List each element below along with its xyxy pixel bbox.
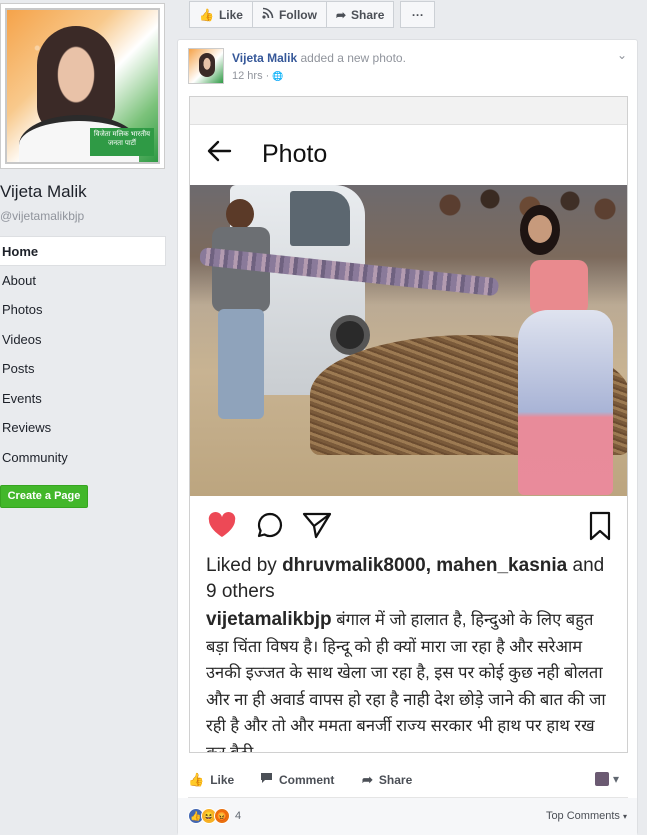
author-avatar[interactable] [188,48,224,84]
bookmark-icon [587,511,613,541]
nav-item-about[interactable]: About [0,266,166,296]
author-name[interactable]: Vijeta Malik [232,51,297,65]
angry-reaction-icon: 😡 [214,808,230,824]
send-plane-icon [302,511,332,539]
more-options-button[interactable]: ··· [400,1,436,28]
caption-text: बंगाल में जो हालात है, हिन्दुओ के लिए बह… [206,611,606,753]
instagram-actions [190,509,627,543]
globe-icon: 🌐 [272,71,284,81]
street-scene-photo [190,185,627,496]
share-page-label: Share [351,7,385,22]
post-as-selector[interactable]: ▾ [594,772,619,786]
liked-by-text: Liked by dhruvmalik8000, mahen_kasnia an… [206,555,605,602]
reaction-summary[interactable]: 👍 😆 😡 4 [188,808,241,824]
facebook-page: विजेता मलिक भारतीय जनता पार्टी Vijeta Ma… [0,0,647,835]
nav-item-videos[interactable]: Videos [0,325,166,355]
post-card: Vijeta Malik added a new photo. 12 hrs ·… [177,39,638,835]
instagram-header: Photo [190,125,627,185]
post-action-text: added a new photo. [300,51,406,65]
nav-item-community[interactable]: Community [0,443,166,473]
instagram-title: Photo [262,140,328,168]
page-nav: Home About Photos Videos Posts Events Re… [0,236,166,472]
nav-item-events[interactable]: Events [0,384,166,414]
liked-by-users: dhruvmalik8000, mahen_kasnia [282,555,568,576]
share-button[interactable]: ➦ Share [362,772,412,788]
follow-button[interactable]: Follow [252,1,327,28]
comment-button[interactable]: Comment [260,772,334,787]
share-arrow-icon: ➦ [335,7,347,22]
like-button[interactable]: 👍 Like [188,772,234,788]
like-page-button[interactable]: 👍 Like [189,1,253,28]
post-options-chevron-icon[interactable]: ⌄ [617,48,627,62]
instagram-caption: vijetamalikbjp बंगाल में जो हालात है, हि… [206,607,618,753]
rss-icon [262,7,274,22]
create-page-button[interactable]: Create a Page [0,485,88,508]
post-photo[interactable]: Photo Liked by dhruvmalik8000, mahen_kas… [189,96,628,753]
man-pulling-rope [200,197,280,427]
follow-label: Follow [278,7,317,22]
chevron-down-icon: ▾ [612,772,619,786]
nav-item-posts[interactable]: Posts [0,354,166,384]
share-page-button[interactable]: ➦ Share [326,1,395,28]
caret-down-icon: ▾ [622,812,627,821]
thumbs-up-icon: 👍 [188,772,205,787]
caption-username: vijetamalikbjp [206,609,332,630]
heart-icon [206,509,238,541]
page-avatar-icon [594,772,609,786]
screenshot-top-strip [190,97,627,125]
post-timestamp[interactable]: 12 hrs · 🌐 [232,70,284,82]
profile-picture-image: विजेता मलिक भारतीय जनता पार्टी [5,8,160,164]
share-arrow-icon: ➦ [362,772,373,787]
profile-badge: विजेता मलिक भारतीय जनता पार्टी [90,128,154,156]
back-arrow-icon [206,138,232,170]
post-header: Vijeta Malik added a new photo. [232,51,406,65]
nav-item-home[interactable]: Home [0,236,166,266]
reaction-count: 4 [235,810,242,822]
page-name[interactable]: Vijeta Malik [0,182,87,202]
nav-item-photos[interactable]: Photos [0,295,166,325]
comment-icon [260,772,273,787]
like-page-label: Like [218,7,243,22]
left-column: विजेता मलिक भारतीय जनता पार्टी Vijeta Ma… [0,0,178,835]
post-action-bar: 👍 Like Comment ➦ Share ▾ [178,766,637,796]
page-handle[interactable]: @vijetamalikbjp [0,209,84,223]
comment-bubble-icon [256,511,284,539]
reactions-row: 👍 😆 😡 4 Top Comments ▾ [178,798,637,835]
top-comments-dropdown[interactable]: Top Comments ▾ [546,810,627,822]
woman-in-saree [510,205,620,495]
thumbs-up-icon: 👍 [199,7,214,22]
page-action-bar: 👍 Like Follow ➦ Share ··· [189,1,436,28]
nav-item-reviews[interactable]: Reviews [0,413,166,443]
profile-picture[interactable]: विजेता मलिक भारतीय जनता पार्टी [0,3,165,169]
